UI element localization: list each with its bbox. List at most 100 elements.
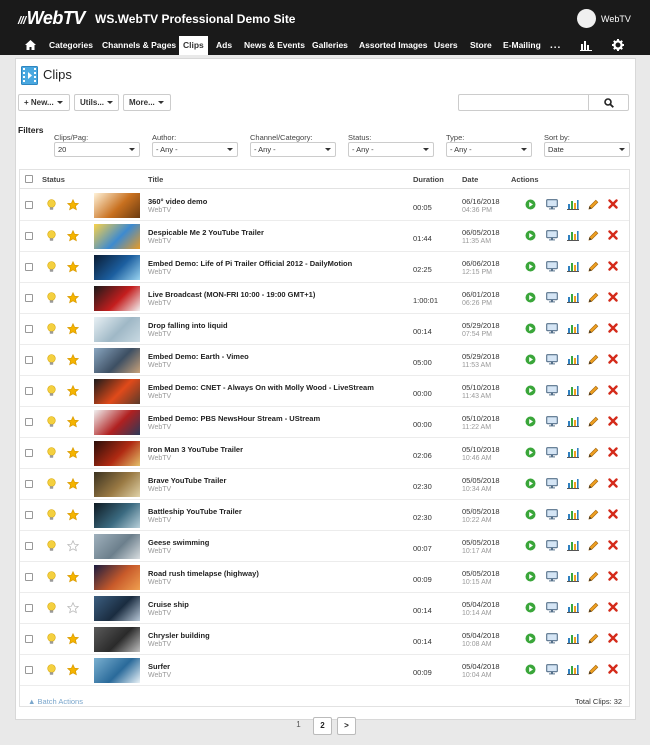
- search-button[interactable]: [588, 94, 629, 111]
- lightbulb-icon[interactable]: [47, 385, 56, 399]
- clips-per-page-select[interactable]: 20: [54, 142, 140, 157]
- lightbulb-icon[interactable]: [47, 230, 56, 244]
- row-checkbox[interactable]: [25, 356, 33, 364]
- delete-icon[interactable]: [608, 571, 618, 583]
- pencil-icon[interactable]: [588, 230, 599, 243]
- star-icon[interactable]: [66, 508, 80, 523]
- batch-actions-link[interactable]: ▲ Batch Actions: [28, 697, 83, 706]
- clip-thumbnail[interactable]: [94, 472, 140, 497]
- delete-icon[interactable]: [608, 199, 618, 211]
- nav-ads[interactable]: Ads: [216, 36, 232, 55]
- row-checkbox[interactable]: [25, 418, 33, 426]
- lightbulb-icon[interactable]: [47, 354, 56, 368]
- table-row[interactable]: Brave YouTube Trailer WebTV 02:30 05/05/201…: [20, 469, 629, 500]
- header-title[interactable]: Title: [148, 175, 163, 184]
- delete-icon[interactable]: [608, 509, 618, 521]
- bar-chart-icon[interactable]: [567, 540, 579, 553]
- row-checkbox[interactable]: [25, 635, 33, 643]
- pencil-icon[interactable]: [588, 416, 599, 429]
- play-icon[interactable]: [525, 509, 536, 522]
- play-icon[interactable]: [525, 261, 536, 274]
- delete-icon[interactable]: [608, 447, 618, 459]
- clip-title[interactable]: Despicable Me 2 YouTube Trailer: [148, 228, 264, 237]
- delete-icon[interactable]: [608, 323, 618, 335]
- pencil-icon[interactable]: [588, 385, 599, 398]
- play-icon[interactable]: [525, 416, 536, 429]
- table-row[interactable]: Embed Demo: PBS NewsHour Stream - UStrea…: [20, 407, 629, 438]
- lightbulb-icon[interactable]: [47, 633, 56, 647]
- row-checkbox[interactable]: [25, 449, 33, 457]
- clip-thumbnail[interactable]: [94, 255, 140, 280]
- lightbulb-icon[interactable]: [47, 509, 56, 523]
- pencil-icon[interactable]: [588, 571, 599, 584]
- row-checkbox[interactable]: [25, 387, 33, 395]
- clip-thumbnail[interactable]: [94, 596, 140, 621]
- nav-news-events[interactable]: News & Events: [244, 36, 305, 55]
- pencil-icon[interactable]: [588, 261, 599, 274]
- row-checkbox[interactable]: [25, 573, 33, 581]
- clip-title[interactable]: Chrysler building: [148, 631, 210, 640]
- delete-icon[interactable]: [608, 354, 618, 366]
- channel-select[interactable]: - Any -: [250, 142, 336, 157]
- bar-chart-icon[interactable]: [567, 478, 579, 491]
- clip-thumbnail[interactable]: [94, 627, 140, 652]
- table-row[interactable]: Battleship YouTube Trailer WebTV 02:30 05/0…: [20, 500, 629, 531]
- table-row[interactable]: Chrysler building WebTV 00:14 05/04/2018 10:…: [20, 624, 629, 655]
- page-2-link[interactable]: 2: [313, 717, 332, 735]
- play-icon[interactable]: [525, 354, 536, 367]
- lightbulb-icon[interactable]: [47, 602, 56, 616]
- table-row[interactable]: Road rush timelapse (highway) WebTV 00:09 0…: [20, 562, 629, 593]
- lightbulb-icon[interactable]: [47, 292, 56, 306]
- new-button[interactable]: + New...: [18, 94, 70, 111]
- row-checkbox[interactable]: [25, 542, 33, 550]
- nav-channels-pages[interactable]: Channels & Pages: [102, 36, 176, 55]
- play-icon[interactable]: [525, 664, 536, 677]
- clip-title[interactable]: Geese swimming: [148, 538, 209, 547]
- header-duration[interactable]: Duration: [413, 175, 444, 184]
- lightbulb-icon[interactable]: [47, 447, 56, 461]
- table-row[interactable]: Embed Demo: CNET - Always On with Molly …: [20, 376, 629, 407]
- clip-thumbnail[interactable]: [94, 348, 140, 373]
- delete-icon[interactable]: [608, 230, 618, 242]
- clip-thumbnail[interactable]: [94, 193, 140, 218]
- clip-thumbnail[interactable]: [94, 317, 140, 342]
- bar-chart-icon[interactable]: [567, 447, 579, 460]
- play-icon[interactable]: [525, 478, 536, 491]
- monitor-icon[interactable]: [546, 261, 558, 274]
- clip-title[interactable]: Brave YouTube Trailer: [148, 476, 226, 485]
- author-select[interactable]: - Any -: [152, 142, 238, 157]
- star-icon[interactable]: [66, 415, 80, 430]
- delete-icon[interactable]: [608, 261, 618, 273]
- monitor-icon[interactable]: [546, 199, 558, 212]
- star-icon[interactable]: [66, 353, 80, 368]
- row-checkbox[interactable]: [25, 511, 33, 519]
- lightbulb-icon[interactable]: [47, 199, 56, 213]
- clip-thumbnail[interactable]: [94, 286, 140, 311]
- avatar[interactable]: [577, 9, 596, 28]
- clip-thumbnail[interactable]: [94, 534, 140, 559]
- table-row[interactable]: Cruise ship WebTV 00:14 05/04/2018 10:14 AM: [20, 593, 629, 624]
- clip-title[interactable]: Iron Man 3 YouTube Trailer: [148, 445, 243, 454]
- bar-chart-icon[interactable]: [567, 354, 579, 367]
- play-icon[interactable]: [525, 571, 536, 584]
- monitor-icon[interactable]: [546, 509, 558, 522]
- star-icon[interactable]: [66, 198, 80, 213]
- bar-chart-icon[interactable]: [567, 416, 579, 429]
- star-icon[interactable]: [66, 663, 80, 678]
- clip-title[interactable]: 360° video demo: [148, 197, 207, 206]
- row-checkbox[interactable]: [25, 325, 33, 333]
- pencil-icon[interactable]: [588, 633, 599, 646]
- clip-title[interactable]: Embed Demo: CNET - Always On with Molly …: [148, 383, 374, 392]
- play-icon[interactable]: [525, 292, 536, 305]
- star-icon[interactable]: [66, 632, 80, 647]
- table-row[interactable]: Surfer WebTV 00:09 05/04/2018 10:04 AM: [20, 655, 629, 686]
- monitor-icon[interactable]: [546, 571, 558, 584]
- star-icon[interactable]: [66, 384, 80, 399]
- delete-icon[interactable]: [608, 385, 618, 397]
- utils-button[interactable]: Utils...: [74, 94, 119, 111]
- clip-title[interactable]: Embed Demo: Earth - Vimeo: [148, 352, 249, 361]
- table-row[interactable]: Embed Demo: Life of Pi Trailer Official …: [20, 252, 629, 283]
- table-row[interactable]: Iron Man 3 YouTube Trailer WebTV 02:06 05/1…: [20, 438, 629, 469]
- page-1-link[interactable]: 1: [289, 717, 308, 735]
- site-logo[interactable]: ///WebTV: [18, 8, 85, 29]
